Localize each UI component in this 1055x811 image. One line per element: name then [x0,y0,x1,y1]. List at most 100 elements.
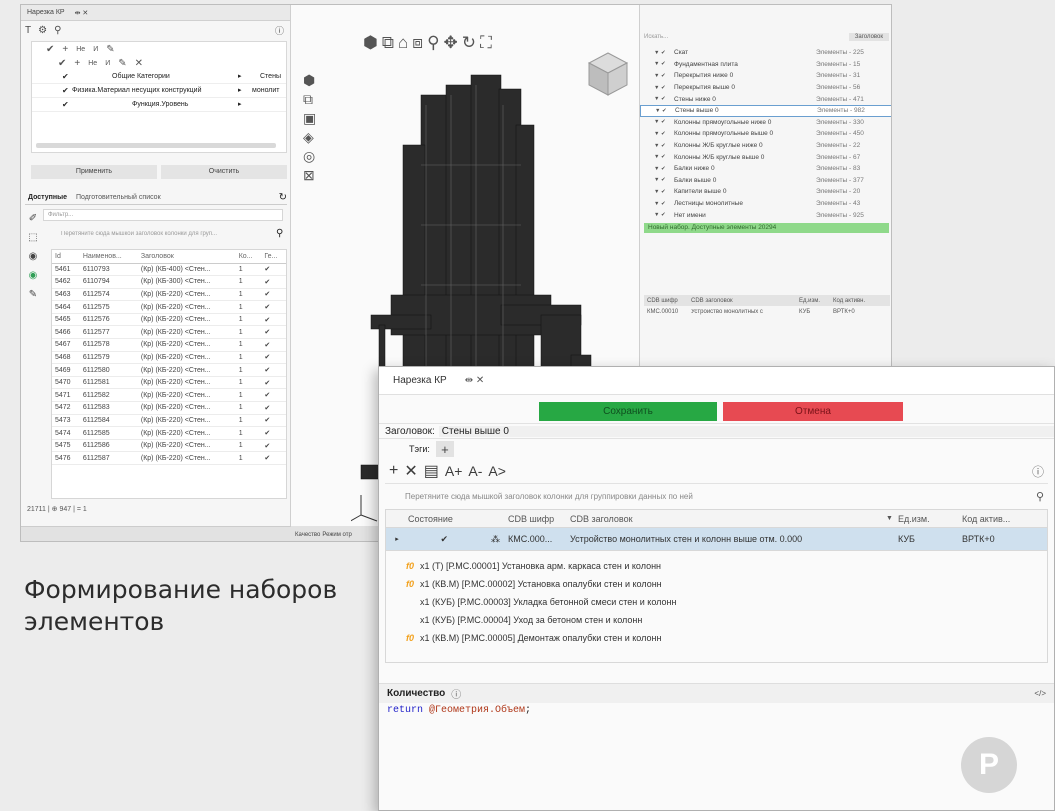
geo-check-icon[interactable]: ✔ [261,376,286,390]
set-filter-icon[interactable]: ▼ ✔ [654,131,674,137]
set-item[interactable]: ▼ ✔ Балки выше 0 Элементы - 377 [640,175,891,187]
section-icon[interactable]: ⧉ [303,90,316,109]
cancel-button[interactable]: Отмена [723,401,903,421]
reset-icon[interactable]: ⊠ [303,166,316,185]
add-tag-icon[interactable]: + [435,441,454,457]
grid-row-selected[interactable]: ▸ ✔ ⁂ КМС.000... Устройство монолитных с… [386,528,1047,550]
select-icon[interactable]: ⬚ [25,228,41,247]
table-row[interactable]: 5464 6112575 (Кр) (КБ-220) <Стен... 1 ✔ [52,300,286,314]
set-item[interactable]: ▼ ✔ Колонны Ж/Б круглые ниже 0 Элементы - … [640,140,891,152]
geo-check-icon[interactable]: ✔ [261,451,286,465]
link-icon[interactable]: ⚲ [54,25,61,36]
clip-icon[interactable]: ▣ [303,109,316,128]
pan-icon[interactable]: ✥ [444,33,458,53]
set-filter-icon[interactable]: ▼ ✔ [654,61,674,67]
font-increase-icon[interactable]: A+ [445,463,463,479]
col-cdb-title[interactable]: CDB заголовок [691,298,795,304]
col-cdb-title[interactable]: CDB заголовок [570,514,886,524]
eye-icon[interactable]: ◉ [25,247,41,266]
clear-button[interactable]: Очистить [161,165,287,179]
apply-button[interactable]: Применить [31,165,157,179]
geo-check-icon[interactable]: ✔ [261,414,286,428]
table-row[interactable]: 5471 6112582 (Кр) (КБ-220) <Стен... 1 ✔ [52,388,286,403]
tab-prep-list[interactable]: Подготовительный список [76,194,161,201]
orbit-icon[interactable]: ↻ [462,33,476,53]
pin-close-icons[interactable]: ⇹ ✕ [465,375,485,386]
table-row[interactable]: 5462 6110794 (Кр) (КБ-300) <Стен... 1 ✔ [52,275,286,289]
eye-color-icon[interactable]: ◉ [25,266,41,285]
operation-item[interactable]: f0 x1 (КВ.М) [Р.МС.00002] Установка опалу… [406,575,1047,593]
set-item[interactable]: ▼ ✔ Перекрытия выше 0 Элементы - 56 [640,82,891,94]
help-icon[interactable]: ⓘ [275,24,284,37]
fit-icon[interactable]: ⛶ [480,33,492,53]
sets-search-input[interactable]: Искать... [644,34,849,40]
set-item[interactable]: ▼ ✔ Фундаментная плита Элементы - 15 [640,59,891,71]
col-state[interactable]: Состояние [408,514,508,524]
table-row[interactable]: 5466 6112577 (Кр) (КБ-220) <Стен... 1 ✔ [52,325,286,340]
tree-icon[interactable]: T [25,25,31,36]
col-name[interactable]: Наименов... [79,250,138,264]
operation-item[interactable]: x1 (КУБ) [Р.МС.00003] Укладка бетонной с… [406,593,1047,611]
expand-icon[interactable]: ▸ [386,535,408,543]
geo-check-icon[interactable]: ✔ [261,288,286,302]
zoom-icon[interactable]: ⚲ [427,33,439,53]
sort-down-icon[interactable]: ▼ [886,515,898,522]
set-item[interactable]: ▼ ✔ Нет имени Элементы - 925 [640,209,891,221]
col-cdb-code[interactable]: CDB шифр [508,514,570,524]
cube-icon[interactable]: ⬢ [363,33,378,53]
col-unit[interactable]: Ед.изм. [898,514,962,524]
set-filter-icon[interactable]: ▼ ✔ [655,108,675,114]
set-item[interactable]: ▼ ✔ Стены выше 0 Элементы - 982 [640,104,891,117]
geo-check-icon[interactable]: ✔ [261,439,286,453]
set-item[interactable]: ▼ ✔ Перекрытия ниже 0 Элементы - 31 [640,70,891,82]
table-row[interactable]: 5475 6112586 (Кр) (КБ-220) <Стен... 1 ✔ [52,439,286,453]
geo-check-icon[interactable]: ✔ [261,263,286,277]
col-unit[interactable]: Ед.изм. [799,298,829,304]
set-item[interactable]: ▼ ✔ Стены ниже 0 Элементы - 471 [640,93,891,105]
set-item[interactable]: ▼ ✔ Скат Элементы - 225 [640,47,891,59]
set-filter-icon[interactable]: ▼ ✔ [654,143,674,149]
brush-icon[interactable]: ✐ [25,209,41,228]
set-filter-icon[interactable]: ▼ ✔ [654,96,674,102]
geo-check-icon[interactable]: ✔ [261,363,286,377]
set-item[interactable]: ▼ ✔ Лестницы монолитные Элементы - 43 [640,198,891,210]
table-row[interactable]: 5467 6112578 (Кр) (КБ-220) <Стен... 1 ✔ [52,338,286,352]
set-item[interactable]: ▼ ✔ Колонны прямоугольные ниже 0 Элементы … [640,117,891,129]
gear-icon[interactable]: ⚙ [38,25,47,36]
geo-check-icon[interactable]: ✔ [261,426,286,440]
filter-input[interactable]: Фильтр... [43,209,283,221]
tab-available[interactable]: Доступные [25,194,70,201]
zoom-box-icon[interactable]: ⧈ [412,33,423,53]
tree-scrollbar[interactable] [36,143,276,148]
measure-icon[interactable]: ◈ [303,128,316,147]
set-item[interactable]: ▼ ✔ Колонны прямоугольные выше 0 Элементы … [640,128,891,140]
search-icon[interactable]: ⚲ [1036,490,1044,503]
navigation-cube[interactable] [585,49,631,99]
add-icon[interactable]: + [389,462,398,480]
table-row[interactable]: 5468 6112579 (Кр) (КБ-220) <Стен... 1 ✔ [52,351,286,365]
heading-input[interactable]: Стены выше 0 [438,425,1054,437]
sets-search-scope[interactable]: Заголовок [848,33,889,41]
tree-row[interactable]: ✔ Функция.Уровень ▸ [32,98,286,112]
geo-check-icon[interactable]: ✔ [261,388,286,403]
table-row[interactable]: 5469 6112580 (Кр) (КБ-220) <Стен... 1 ✔ [52,363,286,377]
delete-icon[interactable]: ✕ [404,461,417,481]
font-decrease-icon[interactable]: A- [468,463,482,479]
geo-check-icon[interactable]: ✔ [261,313,286,327]
table-row[interactable]: 5465 6112576 (Кр) (КБ-220) <Стен... 1 ✔ [52,313,286,327]
quantity-help-icon[interactable]: ⓘ [451,686,461,701]
refresh-icon[interactable]: ↻ [279,192,287,203]
set-item[interactable]: ▼ ✔ Балки ниже 0 Элементы - 83 [640,163,891,175]
new-set-bar[interactable]: Новый набор. Доступные элементы 20294 [644,222,889,233]
box-icon[interactable]: ⧉ [382,33,394,53]
set-filter-icon[interactable]: ▼ ✔ [654,50,674,56]
col-id[interactable]: Id [52,250,80,264]
table-row[interactable]: 5461 6110793 (Кр) (КБ-400) <Стен... 1 ✔ [52,263,286,277]
code-toggle-icon[interactable]: </> [1034,689,1046,698]
set-filter-icon[interactable]: ▼ ✔ [654,119,674,125]
paint-icon[interactable]: ✎ [25,285,41,304]
col-activity[interactable]: Код актив... [962,514,1010,524]
geo-check-icon[interactable]: ✔ [261,275,286,289]
sets-bottom-row[interactable]: КМС.00010 Устройство монолитных с КУБ ВР… [644,306,890,318]
geo-check-icon[interactable]: ✔ [261,351,286,365]
